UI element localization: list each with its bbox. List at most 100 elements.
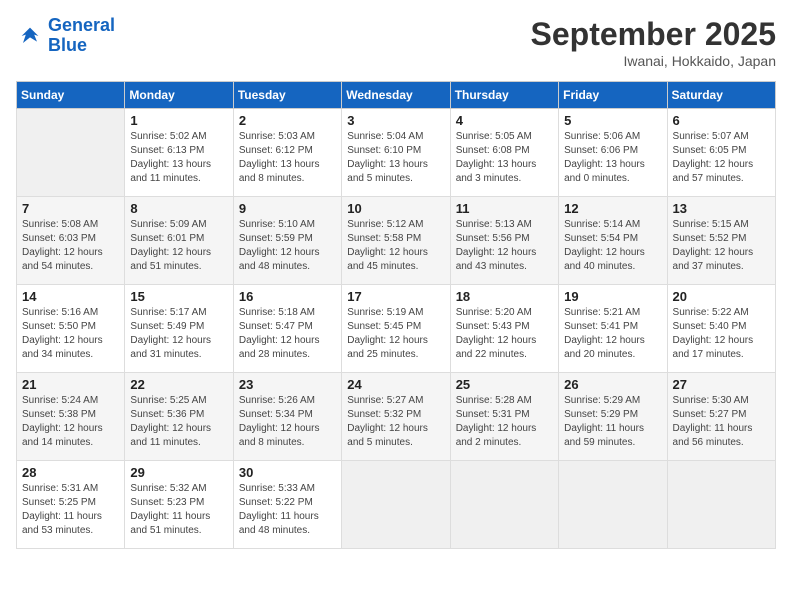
day-number: 26 [564, 377, 661, 392]
day-info: Sunrise: 5:10 AM Sunset: 5:59 PM Dayligh… [239, 218, 336, 274]
calendar-table: SundayMondayTuesdayWednesdayThursdayFrid… [16, 81, 776, 549]
day-number: 9 [239, 201, 336, 216]
day-number: 14 [22, 289, 119, 304]
day-number: 24 [347, 377, 444, 392]
column-header-friday: Friday [559, 82, 667, 109]
day-info: Sunrise: 5:32 AM Sunset: 5:23 PM Dayligh… [130, 482, 227, 538]
calendar-cell: 16 Sunrise: 5:18 AM Sunset: 5:47 PM Dayli… [233, 285, 341, 373]
column-header-tuesday: Tuesday [233, 82, 341, 109]
calendar-cell: 30 Sunrise: 5:33 AM Sunset: 5:22 PM Dayli… [233, 461, 341, 549]
column-header-thursday: Thursday [450, 82, 558, 109]
day-number: 4 [456, 113, 553, 128]
calendar-cell: 2 Sunrise: 5:03 AM Sunset: 6:12 PM Daylig… [233, 109, 341, 197]
calendar-cell: 9 Sunrise: 5:10 AM Sunset: 5:59 PM Daylig… [233, 197, 341, 285]
calendar-cell: 17Sunrise: 5:19 AM Sunset: 5:45 PM Dayli… [342, 285, 450, 373]
title-block: September 2025 Iwanai, Hokkaido, Japan [531, 16, 776, 69]
logo: General Blue [16, 16, 115, 56]
day-number: 3 [347, 113, 444, 128]
calendar-cell [450, 461, 558, 549]
calendar-cell: 15Sunrise: 5:17 AM Sunset: 5:49 PM Dayli… [125, 285, 233, 373]
calendar-cell: 18 Sunrise: 5:20 AM Sunset: 5:43 PM Dayli… [450, 285, 558, 373]
day-number: 16 [239, 289, 336, 304]
calendar-cell: 7Sunrise: 5:08 AM Sunset: 6:03 PM Daylig… [17, 197, 125, 285]
calendar-cell: 1Sunrise: 5:02 AM Sunset: 6:13 PM Daylig… [125, 109, 233, 197]
day-info: Sunrise: 5:04 AM Sunset: 6:10 PM Dayligh… [347, 130, 444, 186]
calendar-cell: 10Sunrise: 5:12 AM Sunset: 5:58 PM Dayli… [342, 197, 450, 285]
calendar-cell [342, 461, 450, 549]
day-info: Sunrise: 5:18 AM Sunset: 5:47 PM Dayligh… [239, 306, 336, 362]
month-title: September 2025 [531, 16, 776, 53]
column-header-wednesday: Wednesday [342, 82, 450, 109]
day-number: 23 [239, 377, 336, 392]
calendar-cell: 11 Sunrise: 5:13 AM Sunset: 5:56 PM Dayli… [450, 197, 558, 285]
day-number: 6 [673, 113, 770, 128]
day-number: 29 [130, 465, 227, 480]
day-info: Sunrise: 5:16 AM Sunset: 5:50 PM Dayligh… [22, 306, 119, 362]
calendar-cell: 29 Sunrise: 5:32 AM Sunset: 5:23 PM Dayli… [125, 461, 233, 549]
day-number: 5 [564, 113, 661, 128]
day-number: 21 [22, 377, 119, 392]
location: Iwanai, Hokkaido, Japan [531, 53, 776, 69]
week-row-4: 21 Sunrise: 5:24 AM Sunset: 5:38 PM Dayli… [17, 373, 776, 461]
day-info: Sunrise: 5:06 AM Sunset: 6:06 PM Dayligh… [564, 130, 661, 186]
page-header: General Blue September 2025 Iwanai, Hokk… [16, 16, 776, 69]
calendar-cell [559, 461, 667, 549]
week-row-1: 1Sunrise: 5:02 AM Sunset: 6:13 PM Daylig… [17, 109, 776, 197]
day-info: Sunrise: 5:31 AM Sunset: 5:25 PM Dayligh… [22, 482, 119, 538]
logo-icon [16, 22, 44, 50]
day-number: 12 [564, 201, 661, 216]
calendar-cell: 12Sunrise: 5:14 AM Sunset: 5:54 PM Dayli… [559, 197, 667, 285]
day-number: 18 [456, 289, 553, 304]
day-info: Sunrise: 5:27 AM Sunset: 5:32 PM Dayligh… [347, 394, 444, 450]
calendar-cell: 19 Sunrise: 5:21 AM Sunset: 5:41 PM Dayli… [559, 285, 667, 373]
calendar-cell: 25Sunrise: 5:28 AM Sunset: 5:31 PM Dayli… [450, 373, 558, 461]
calendar-cell: 28 Sunrise: 5:31 AM Sunset: 5:25 PM Dayli… [17, 461, 125, 549]
day-number: 25 [456, 377, 553, 392]
day-number: 28 [22, 465, 119, 480]
calendar-cell: 26 Sunrise: 5:29 AM Sunset: 5:29 PM Dayli… [559, 373, 667, 461]
day-number: 13 [673, 201, 770, 216]
day-info: Sunrise: 5:08 AM Sunset: 6:03 PM Dayligh… [22, 218, 119, 274]
day-info: Sunrise: 5:20 AM Sunset: 5:43 PM Dayligh… [456, 306, 553, 362]
calendar-cell: 24 Sunrise: 5:27 AM Sunset: 5:32 PM Dayli… [342, 373, 450, 461]
day-number: 22 [130, 377, 227, 392]
day-info: Sunrise: 5:13 AM Sunset: 5:56 PM Dayligh… [456, 218, 553, 274]
day-info: Sunrise: 5:05 AM Sunset: 6:08 PM Dayligh… [456, 130, 553, 186]
day-info: Sunrise: 5:09 AM Sunset: 6:01 PM Dayligh… [130, 218, 227, 274]
calendar-cell: 6 Sunrise: 5:07 AM Sunset: 6:05 PM Daylig… [667, 109, 775, 197]
calendar-cell: 22 Sunrise: 5:25 AM Sunset: 5:36 PM Dayli… [125, 373, 233, 461]
day-info: Sunrise: 5:25 AM Sunset: 5:36 PM Dayligh… [130, 394, 227, 450]
column-header-saturday: Saturday [667, 82, 775, 109]
day-info: Sunrise: 5:03 AM Sunset: 6:12 PM Dayligh… [239, 130, 336, 186]
day-number: 19 [564, 289, 661, 304]
day-number: 2 [239, 113, 336, 128]
day-info: Sunrise: 5:19 AM Sunset: 5:45 PM Dayligh… [347, 306, 444, 362]
day-info: Sunrise: 5:24 AM Sunset: 5:38 PM Dayligh… [22, 394, 119, 450]
day-number: 20 [673, 289, 770, 304]
logo-text: General Blue [48, 16, 115, 56]
calendar-cell: 14 Sunrise: 5:16 AM Sunset: 5:50 PM Dayli… [17, 285, 125, 373]
logo-line2: Blue [48, 35, 87, 55]
day-info: Sunrise: 5:21 AM Sunset: 5:41 PM Dayligh… [564, 306, 661, 362]
logo-line1: General [48, 15, 115, 35]
calendar-cell: 23 Sunrise: 5:26 AM Sunset: 5:34 PM Dayli… [233, 373, 341, 461]
calendar-cell: 21 Sunrise: 5:24 AM Sunset: 5:38 PM Dayli… [17, 373, 125, 461]
calendar-cell: 20Sunrise: 5:22 AM Sunset: 5:40 PM Dayli… [667, 285, 775, 373]
day-number: 15 [130, 289, 227, 304]
day-info: Sunrise: 5:26 AM Sunset: 5:34 PM Dayligh… [239, 394, 336, 450]
calendar-cell [667, 461, 775, 549]
calendar-cell: 5 Sunrise: 5:06 AM Sunset: 6:06 PM Daylig… [559, 109, 667, 197]
day-number: 1 [130, 113, 227, 128]
day-number: 30 [239, 465, 336, 480]
day-info: Sunrise: 5:33 AM Sunset: 5:22 PM Dayligh… [239, 482, 336, 538]
day-number: 27 [673, 377, 770, 392]
day-info: Sunrise: 5:29 AM Sunset: 5:29 PM Dayligh… [564, 394, 661, 450]
day-number: 11 [456, 201, 553, 216]
day-info: Sunrise: 5:30 AM Sunset: 5:27 PM Dayligh… [673, 394, 770, 450]
calendar-cell: 8Sunrise: 5:09 AM Sunset: 6:01 PM Daylig… [125, 197, 233, 285]
calendar-cell [17, 109, 125, 197]
day-info: Sunrise: 5:07 AM Sunset: 6:05 PM Dayligh… [673, 130, 770, 186]
day-info: Sunrise: 5:15 AM Sunset: 5:52 PM Dayligh… [673, 218, 770, 274]
calendar-cell: 4 Sunrise: 5:05 AM Sunset: 6:08 PM Daylig… [450, 109, 558, 197]
calendar-cell: 3 Sunrise: 5:04 AM Sunset: 6:10 PM Daylig… [342, 109, 450, 197]
